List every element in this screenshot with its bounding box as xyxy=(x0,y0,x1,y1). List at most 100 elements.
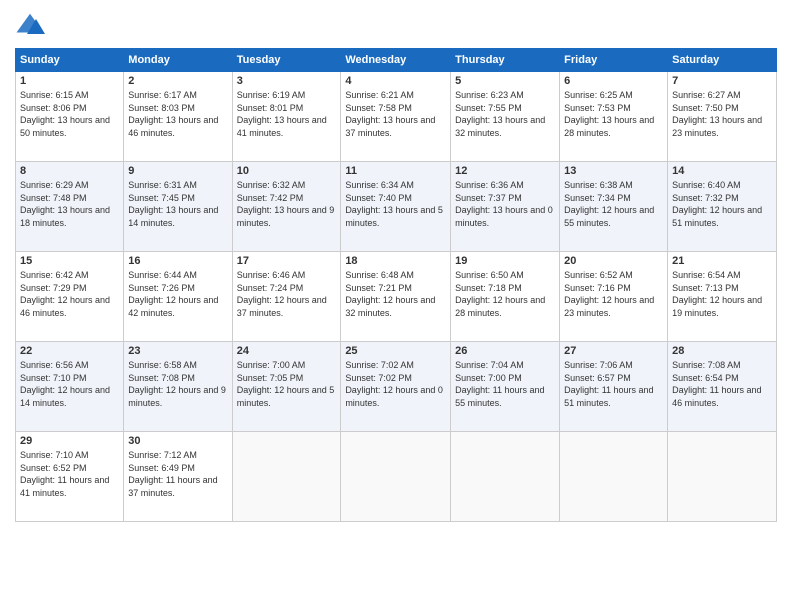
day-number: 23 xyxy=(128,345,227,357)
day-info: Sunrise: 6:15 AM Sunset: 8:06 PM Dayligh… xyxy=(20,89,119,139)
calendar-cell: 13 Sunrise: 6:38 AM Sunset: 7:34 PM Dayl… xyxy=(560,162,668,252)
calendar-cell: 12 Sunrise: 6:36 AM Sunset: 7:37 PM Dayl… xyxy=(451,162,560,252)
dow-header: Monday xyxy=(124,49,232,72)
day-info: Sunrise: 7:12 AM Sunset: 6:49 PM Dayligh… xyxy=(128,449,227,499)
day-info: Sunrise: 6:52 AM Sunset: 7:16 PM Dayligh… xyxy=(564,269,663,319)
day-info: Sunrise: 6:32 AM Sunset: 7:42 PM Dayligh… xyxy=(237,179,337,229)
day-info: Sunrise: 6:27 AM Sunset: 7:50 PM Dayligh… xyxy=(672,89,772,139)
calendar-cell: 16 Sunrise: 6:44 AM Sunset: 7:26 PM Dayl… xyxy=(124,252,232,342)
day-number: 2 xyxy=(128,75,227,87)
calendar-body: 1 Sunrise: 6:15 AM Sunset: 8:06 PM Dayli… xyxy=(16,72,777,522)
day-number: 17 xyxy=(237,255,337,267)
calendar-cell: 11 Sunrise: 6:34 AM Sunset: 7:40 PM Dayl… xyxy=(341,162,451,252)
day-info: Sunrise: 7:10 AM Sunset: 6:52 PM Dayligh… xyxy=(20,449,119,499)
calendar-cell: 20 Sunrise: 6:52 AM Sunset: 7:16 PM Dayl… xyxy=(560,252,668,342)
calendar-week-row: 29 Sunrise: 7:10 AM Sunset: 6:52 PM Dayl… xyxy=(16,432,777,522)
dow-header: Sunday xyxy=(16,49,124,72)
calendar-cell: 17 Sunrise: 6:46 AM Sunset: 7:24 PM Dayl… xyxy=(232,252,341,342)
day-number: 11 xyxy=(345,165,446,177)
calendar-cell: 30 Sunrise: 7:12 AM Sunset: 6:49 PM Dayl… xyxy=(124,432,232,522)
day-number: 18 xyxy=(345,255,446,267)
calendar-cell xyxy=(560,432,668,522)
calendar-cell: 29 Sunrise: 7:10 AM Sunset: 6:52 PM Dayl… xyxy=(16,432,124,522)
calendar-week-row: 15 Sunrise: 6:42 AM Sunset: 7:29 PM Dayl… xyxy=(16,252,777,342)
day-info: Sunrise: 6:40 AM Sunset: 7:32 PM Dayligh… xyxy=(672,179,772,229)
day-number: 21 xyxy=(672,255,772,267)
day-info: Sunrise: 7:04 AM Sunset: 7:00 PM Dayligh… xyxy=(455,359,555,409)
day-info: Sunrise: 7:06 AM Sunset: 6:57 PM Dayligh… xyxy=(564,359,663,409)
calendar-cell: 7 Sunrise: 6:27 AM Sunset: 7:50 PM Dayli… xyxy=(668,72,777,162)
day-number: 19 xyxy=(455,255,555,267)
calendar-cell: 27 Sunrise: 7:06 AM Sunset: 6:57 PM Dayl… xyxy=(560,342,668,432)
day-number: 20 xyxy=(564,255,663,267)
day-info: Sunrise: 6:38 AM Sunset: 7:34 PM Dayligh… xyxy=(564,179,663,229)
calendar-cell: 25 Sunrise: 7:02 AM Sunset: 7:02 PM Dayl… xyxy=(341,342,451,432)
day-number: 6 xyxy=(564,75,663,87)
day-info: Sunrise: 6:50 AM Sunset: 7:18 PM Dayligh… xyxy=(455,269,555,319)
day-number: 14 xyxy=(672,165,772,177)
calendar-cell: 10 Sunrise: 6:32 AM Sunset: 7:42 PM Dayl… xyxy=(232,162,341,252)
calendar-cell xyxy=(451,432,560,522)
calendar-cell: 2 Sunrise: 6:17 AM Sunset: 8:03 PM Dayli… xyxy=(124,72,232,162)
day-number: 22 xyxy=(20,345,119,357)
logo-icon xyxy=(15,10,45,40)
calendar-cell: 8 Sunrise: 6:29 AM Sunset: 7:48 PM Dayli… xyxy=(16,162,124,252)
day-info: Sunrise: 7:00 AM Sunset: 7:05 PM Dayligh… xyxy=(237,359,337,409)
logo xyxy=(15,10,49,40)
dow-header: Wednesday xyxy=(341,49,451,72)
calendar-cell: 21 Sunrise: 6:54 AM Sunset: 7:13 PM Dayl… xyxy=(668,252,777,342)
day-info: Sunrise: 6:21 AM Sunset: 7:58 PM Dayligh… xyxy=(345,89,446,139)
day-info: Sunrise: 6:42 AM Sunset: 7:29 PM Dayligh… xyxy=(20,269,119,319)
day-info: Sunrise: 6:19 AM Sunset: 8:01 PM Dayligh… xyxy=(237,89,337,139)
day-info: Sunrise: 6:23 AM Sunset: 7:55 PM Dayligh… xyxy=(455,89,555,139)
calendar-week-row: 8 Sunrise: 6:29 AM Sunset: 7:48 PM Dayli… xyxy=(16,162,777,252)
day-number: 10 xyxy=(237,165,337,177)
day-info: Sunrise: 7:08 AM Sunset: 6:54 PM Dayligh… xyxy=(672,359,772,409)
calendar-cell: 6 Sunrise: 6:25 AM Sunset: 7:53 PM Dayli… xyxy=(560,72,668,162)
day-number: 3 xyxy=(237,75,337,87)
day-number: 9 xyxy=(128,165,227,177)
day-info: Sunrise: 6:29 AM Sunset: 7:48 PM Dayligh… xyxy=(20,179,119,229)
day-number: 12 xyxy=(455,165,555,177)
page: SundayMondayTuesdayWednesdayThursdayFrid… xyxy=(0,0,792,612)
day-info: Sunrise: 6:58 AM Sunset: 7:08 PM Dayligh… xyxy=(128,359,227,409)
calendar-cell: 4 Sunrise: 6:21 AM Sunset: 7:58 PM Dayli… xyxy=(341,72,451,162)
dow-header: Tuesday xyxy=(232,49,341,72)
header xyxy=(15,10,777,40)
day-info: Sunrise: 6:34 AM Sunset: 7:40 PM Dayligh… xyxy=(345,179,446,229)
calendar-cell xyxy=(232,432,341,522)
calendar-cell: 24 Sunrise: 7:00 AM Sunset: 7:05 PM Dayl… xyxy=(232,342,341,432)
calendar-week-row: 1 Sunrise: 6:15 AM Sunset: 8:06 PM Dayli… xyxy=(16,72,777,162)
day-number: 30 xyxy=(128,435,227,447)
calendar-week-row: 22 Sunrise: 6:56 AM Sunset: 7:10 PM Dayl… xyxy=(16,342,777,432)
day-info: Sunrise: 6:54 AM Sunset: 7:13 PM Dayligh… xyxy=(672,269,772,319)
calendar-cell: 9 Sunrise: 6:31 AM Sunset: 7:45 PM Dayli… xyxy=(124,162,232,252)
calendar-cell: 19 Sunrise: 6:50 AM Sunset: 7:18 PM Dayl… xyxy=(451,252,560,342)
dow-header: Thursday xyxy=(451,49,560,72)
calendar-cell: 26 Sunrise: 7:04 AM Sunset: 7:00 PM Dayl… xyxy=(451,342,560,432)
calendar: SundayMondayTuesdayWednesdayThursdayFrid… xyxy=(15,48,777,522)
day-number: 26 xyxy=(455,345,555,357)
calendar-cell: 22 Sunrise: 6:56 AM Sunset: 7:10 PM Dayl… xyxy=(16,342,124,432)
day-number: 4 xyxy=(345,75,446,87)
day-number: 16 xyxy=(128,255,227,267)
day-number: 28 xyxy=(672,345,772,357)
day-number: 7 xyxy=(672,75,772,87)
day-info: Sunrise: 6:31 AM Sunset: 7:45 PM Dayligh… xyxy=(128,179,227,229)
day-number: 29 xyxy=(20,435,119,447)
day-number: 5 xyxy=(455,75,555,87)
calendar-cell xyxy=(341,432,451,522)
calendar-cell: 1 Sunrise: 6:15 AM Sunset: 8:06 PM Dayli… xyxy=(16,72,124,162)
day-info: Sunrise: 6:17 AM Sunset: 8:03 PM Dayligh… xyxy=(128,89,227,139)
days-of-week-row: SundayMondayTuesdayWednesdayThursdayFrid… xyxy=(16,49,777,72)
day-number: 8 xyxy=(20,165,119,177)
day-info: Sunrise: 6:46 AM Sunset: 7:24 PM Dayligh… xyxy=(237,269,337,319)
day-number: 27 xyxy=(564,345,663,357)
calendar-cell: 5 Sunrise: 6:23 AM Sunset: 7:55 PM Dayli… xyxy=(451,72,560,162)
dow-header: Friday xyxy=(560,49,668,72)
day-number: 13 xyxy=(564,165,663,177)
calendar-cell xyxy=(668,432,777,522)
calendar-cell: 28 Sunrise: 7:08 AM Sunset: 6:54 PM Dayl… xyxy=(668,342,777,432)
day-info: Sunrise: 7:02 AM Sunset: 7:02 PM Dayligh… xyxy=(345,359,446,409)
day-info: Sunrise: 6:25 AM Sunset: 7:53 PM Dayligh… xyxy=(564,89,663,139)
